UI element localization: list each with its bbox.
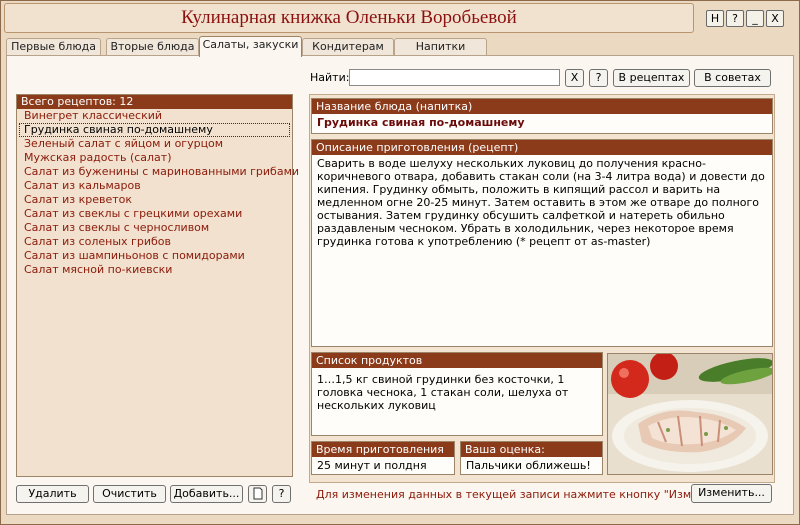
clear-button[interactable]: Очистить xyxy=(93,485,166,503)
list-item[interactable]: Салат мясной по-киевски xyxy=(17,263,292,277)
dish-photo xyxy=(607,353,773,475)
dish-name-section: Название блюда (напитка) Грудинка свиная… xyxy=(311,98,773,134)
products-section: Список продуктов 1…1,5 кг свиной грудинк… xyxy=(311,352,603,436)
list-item[interactable]: Винегрет классический xyxy=(17,109,292,123)
list-item[interactable]: Салат из свеклы с грецкими орехами xyxy=(17,207,292,221)
help-button[interactable]: ? xyxy=(726,10,744,27)
search-label: Найти: xyxy=(310,71,350,84)
list-item[interactable]: Салат из свеклы с черносливом xyxy=(17,221,292,235)
dish-name-label: Название блюда (напитка) xyxy=(312,99,772,114)
list-item[interactable]: Зеленый салат с яйцом и огурцом xyxy=(17,137,292,151)
recipe-description-section: Описание приготовления (рецепт) Сварить … xyxy=(311,139,773,347)
products-label: Список продуктов xyxy=(312,353,602,368)
cooking-time-section: Время приготовления 25 минут и полдня xyxy=(311,441,455,475)
document-icon xyxy=(253,487,262,500)
list-item[interactable]: Салат из шампиньонов с помидорами xyxy=(17,249,292,263)
clear-search-button[interactable]: X xyxy=(565,69,584,87)
recipe-count-header: Всего рецептов: 12 xyxy=(17,95,292,109)
minimize-button[interactable]: _ xyxy=(746,10,764,27)
list-item[interactable]: Салат из буженины с маринованными грибам… xyxy=(17,165,299,179)
tab-confectionery[interactable]: Кондитерам xyxy=(302,38,394,55)
close-button[interactable]: X xyxy=(766,10,784,27)
rating-label: Ваша оценка: xyxy=(461,442,602,457)
recipe-description-text: Сварить в воде шелуху нескольких луковиц… xyxy=(317,157,765,248)
recipe-list[interactable]: Всего рецептов: 12 Винегрет классический… xyxy=(16,94,299,477)
hint-mode-button[interactable]: H xyxy=(706,10,724,27)
app-title: Кулинарная книжка Оленьки Воробьевой xyxy=(181,7,517,28)
cooking-time-label: Время приготовления xyxy=(312,442,454,457)
list-item-selected[interactable]: Грудинка свиная по-домашнему xyxy=(19,123,290,137)
recipe-description-label: Описание приготовления (рецепт) xyxy=(312,140,772,155)
cooking-time-value: 25 минут и полдня xyxy=(317,459,427,472)
search-in-tips-button[interactable]: В советах xyxy=(694,69,771,87)
list-item[interactable]: Салат из кальмаров xyxy=(17,179,292,193)
products-text: 1…1,5 кг свиной грудинки без косточки, 1… xyxy=(317,373,569,412)
list-help-button[interactable]: ? xyxy=(272,485,291,503)
edit-hint-text: Для изменения данных в текущей записи на… xyxy=(316,488,731,501)
list-item[interactable]: Салат из соленых грибов xyxy=(17,235,292,249)
tab-drinks[interactable]: Напитки xyxy=(394,38,487,55)
delete-button[interactable]: Удалить xyxy=(16,485,89,503)
tab-second-courses[interactable]: Вторые блюда xyxy=(106,38,199,55)
dish-name-value: Грудинка свиная по-домашнему xyxy=(317,116,525,129)
add-button[interactable]: Добавить... xyxy=(170,485,243,503)
search-in-recipes-button[interactable]: В рецептах xyxy=(613,69,690,87)
rating-value: Пальчики оближешь! xyxy=(466,459,591,472)
list-item[interactable]: Салат из креветок xyxy=(17,193,292,207)
print-button[interactable] xyxy=(248,485,267,503)
tab-salads-appetizers[interactable]: Салаты, закуски xyxy=(199,36,302,57)
search-input[interactable] xyxy=(349,69,560,86)
list-item[interactable]: Мужская радость (салат) xyxy=(17,151,292,165)
dish-photo-image xyxy=(608,354,772,474)
edit-button[interactable]: Изменить... xyxy=(691,484,772,503)
search-help-button[interactable]: ? xyxy=(589,69,608,87)
rating-section: Ваша оценка: Пальчики оближешь! xyxy=(460,441,603,475)
title-bar: Кулинарная книжка Оленьки Воробьевой xyxy=(4,3,694,33)
tab-first-courses[interactable]: Первые блюда xyxy=(6,38,101,55)
